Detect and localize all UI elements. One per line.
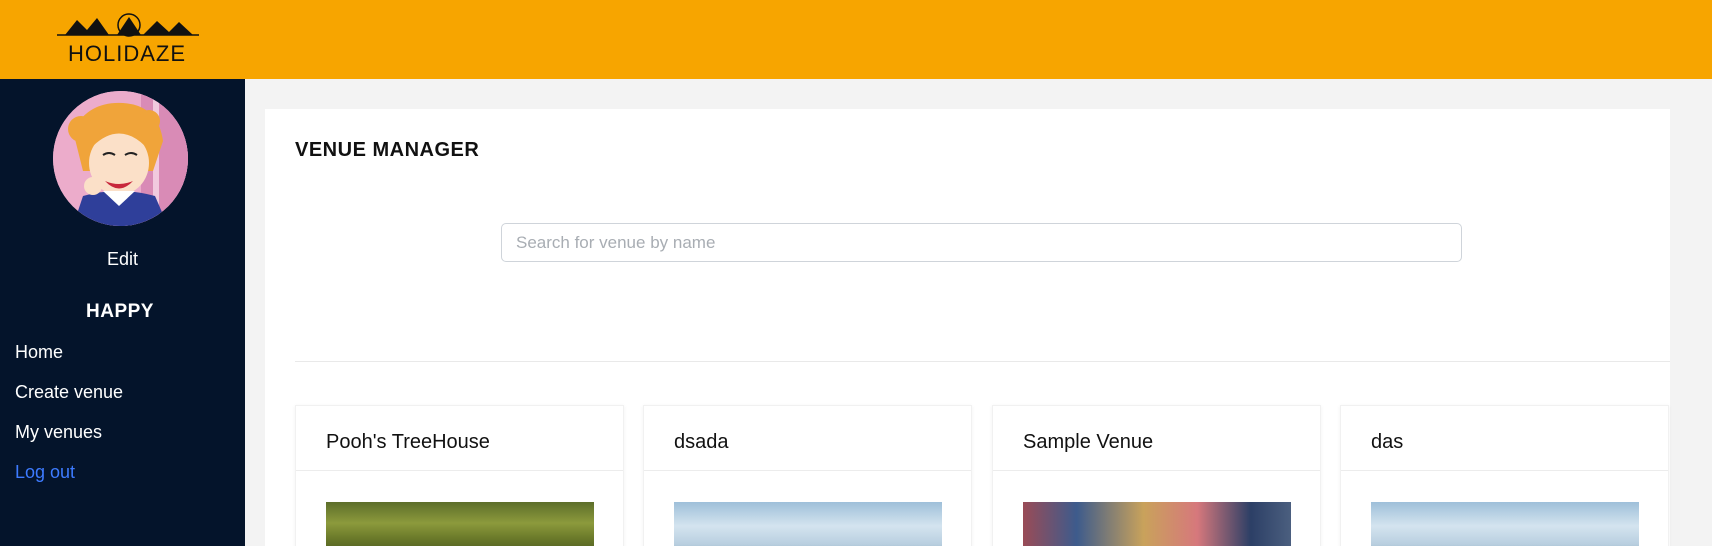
avatar <box>53 91 188 226</box>
venue-image <box>1371 502 1639 546</box>
venue-card[interactable]: Pooh's TreeHouse <box>295 405 624 546</box>
venue-card-title: das <box>1371 431 1404 453</box>
venue-card-title: Pooh's TreeHouse <box>326 431 490 453</box>
brand-name: HOLIDAZE <box>68 41 187 66</box>
card-divider <box>993 470 1320 471</box>
divider <box>295 361 1670 362</box>
venue-image <box>674 502 942 546</box>
venue-card-title: Sample Venue <box>1023 431 1154 453</box>
top-bar: HOLIDAZE <box>0 0 1712 79</box>
page-title: VENUE MANAGER <box>295 139 480 161</box>
edit-profile-link[interactable]: Edit <box>0 249 245 270</box>
user-avatar-icon <box>53 91 188 226</box>
venue-search-input[interactable] <box>501 223 1462 262</box>
holidaze-logo[interactable]: HOLIDAZE <box>57 8 199 66</box>
venue-manager-panel: VENUE MANAGER Pooh's TreeHouse dsada Sam… <box>265 109 1670 546</box>
venue-image <box>1023 502 1291 546</box>
venue-card[interactable]: dsada <box>643 405 972 546</box>
card-divider <box>1341 470 1668 471</box>
username: HAPPY <box>86 301 154 322</box>
sidebar-nav: Home Create venue My venues Log out <box>15 341 123 501</box>
sidebar: Edit HAPPY Home Create venue My venues L… <box>0 79 245 546</box>
venue-card[interactable]: Sample Venue <box>992 405 1321 546</box>
venue-card[interactable]: das <box>1340 405 1669 546</box>
nav-my-venues[interactable]: My venues <box>15 421 123 461</box>
nav-log-out[interactable]: Log out <box>15 461 123 501</box>
nav-create-venue[interactable]: Create venue <box>15 381 123 421</box>
nav-home[interactable]: Home <box>15 341 123 381</box>
venue-card-title: dsada <box>674 431 729 453</box>
venue-image <box>326 502 594 546</box>
card-divider <box>644 470 971 471</box>
card-divider <box>296 470 623 471</box>
